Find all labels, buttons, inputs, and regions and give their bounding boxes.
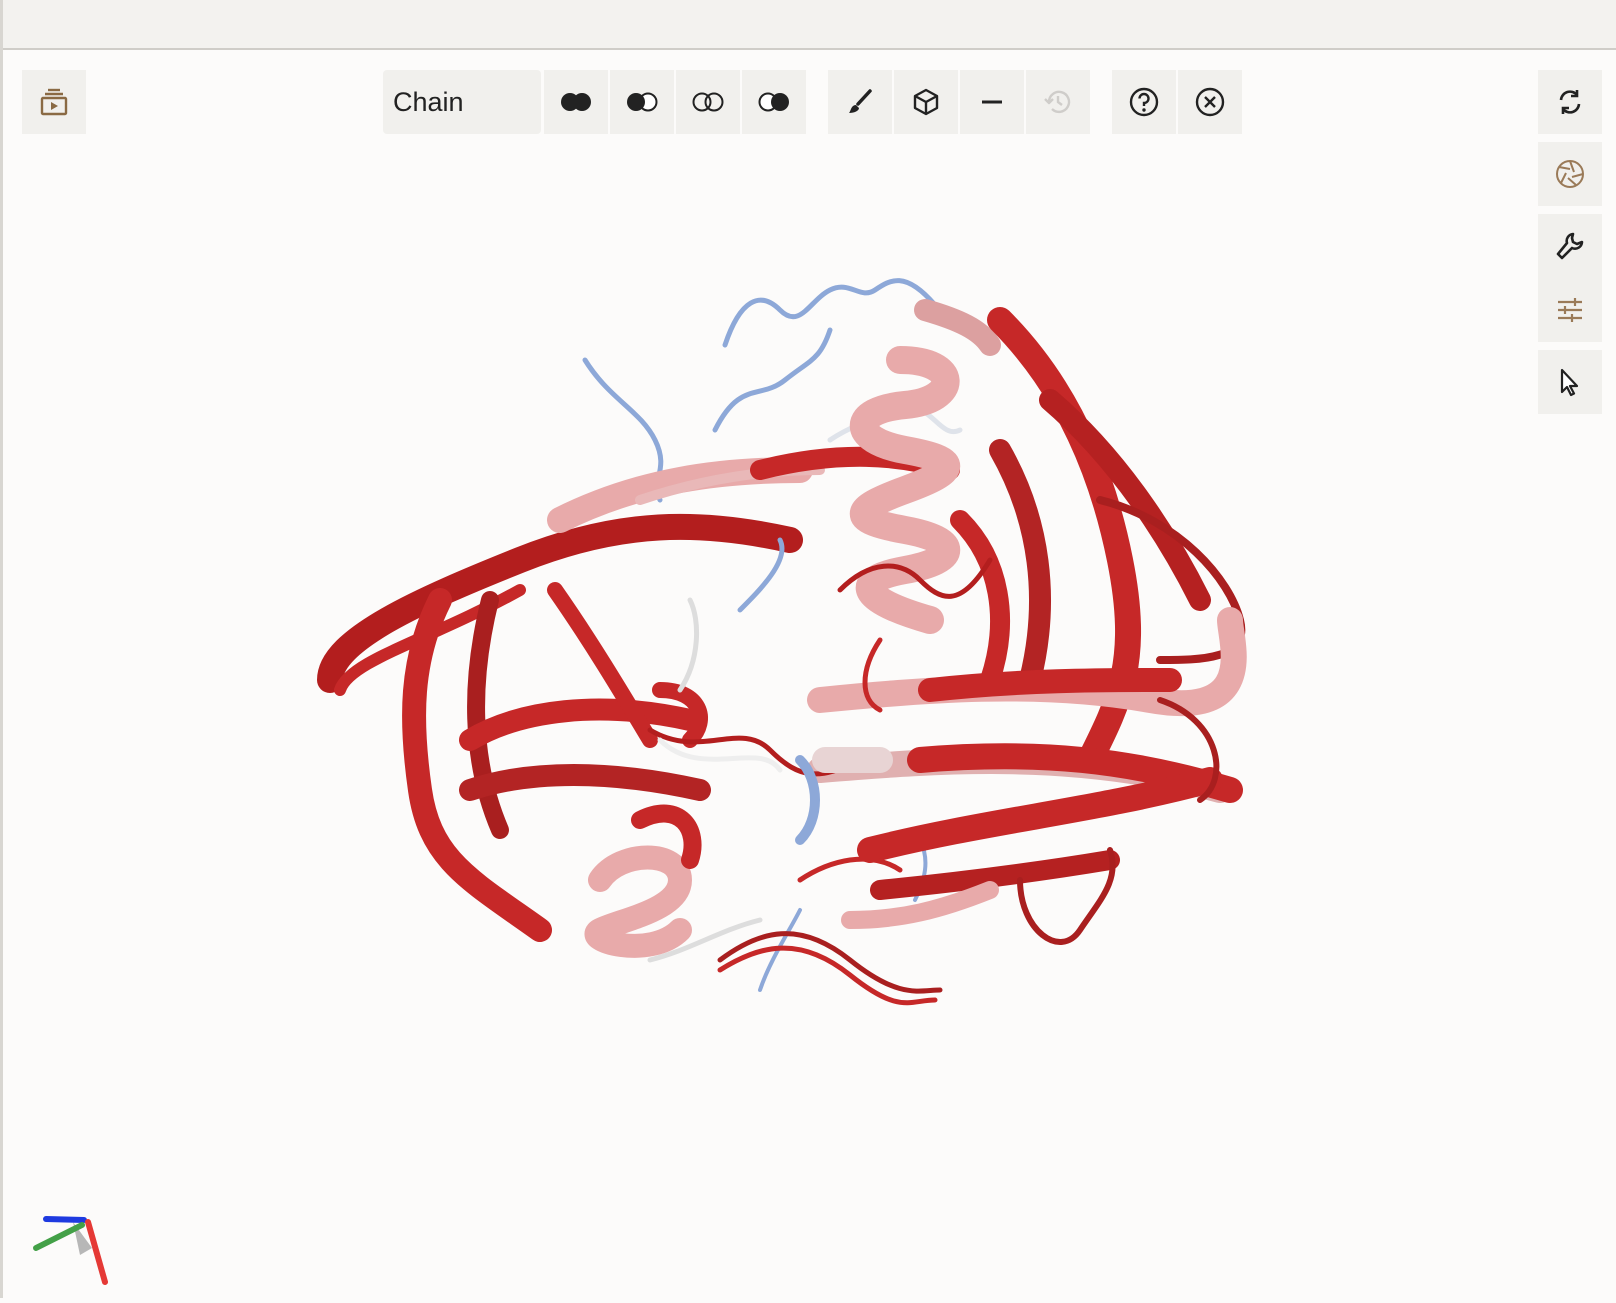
- structure-overlap-left-button[interactable]: [610, 70, 674, 134]
- overlap-left-icon: [624, 91, 660, 113]
- brush-icon: [845, 87, 875, 117]
- color-theme-select[interactable]: Chain: [383, 70, 541, 134]
- app-top-bar: [0, 0, 1616, 50]
- rotate-icon: [1555, 87, 1585, 117]
- overlap-right-icon: [756, 91, 792, 113]
- animation-panel-icon: [38, 86, 70, 118]
- structure-overlap-none-button[interactable]: [676, 70, 740, 134]
- cube-button[interactable]: [894, 70, 958, 134]
- history-icon: [1042, 86, 1074, 118]
- reset-camera-button[interactable]: [1538, 70, 1602, 134]
- close-button[interactable]: [1178, 70, 1242, 134]
- brush-button[interactable]: [828, 70, 892, 134]
- color-theme-select-value: Chain: [393, 86, 464, 117]
- structure-overlap-full-button[interactable]: [544, 70, 608, 134]
- help-button[interactable]: [1112, 70, 1176, 134]
- axes-orientation-gizmo: [28, 1210, 118, 1290]
- help-icon: [1128, 86, 1160, 118]
- close-circle-icon: [1194, 86, 1226, 118]
- overlap-none-icon: [690, 91, 726, 113]
- history-button[interactable]: [1026, 70, 1090, 134]
- minus-button[interactable]: [960, 70, 1024, 134]
- cube-icon: [911, 87, 941, 117]
- animation-button[interactable]: [22, 70, 86, 134]
- protein-structure-cartoon: [317, 278, 1247, 1006]
- 3d-viewer-canvas[interactable]: [0, 140, 1616, 1298]
- minus-icon: [980, 90, 1004, 114]
- overlap-full-icon: [558, 91, 594, 113]
- structure-overlap-right-button[interactable]: [742, 70, 806, 134]
